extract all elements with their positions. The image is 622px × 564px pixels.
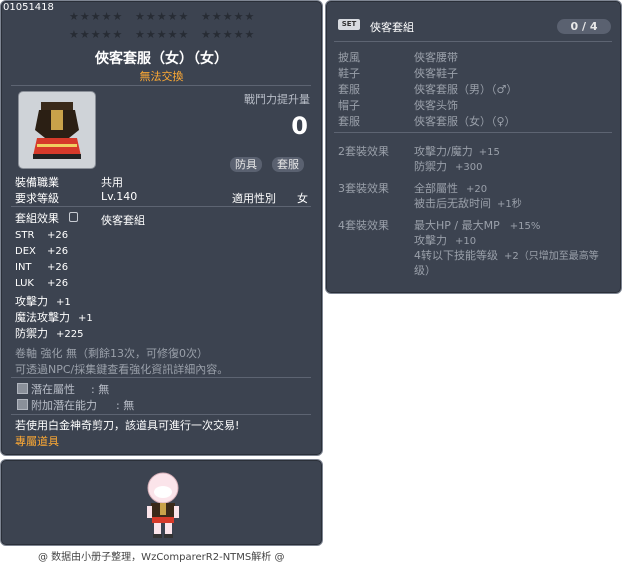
- item-id: 01051418: [3, 2, 54, 13]
- trade-restriction: 無法交換: [139, 70, 184, 83]
- set-piece-slot: 帽子: [338, 99, 360, 112]
- set-badge: SET: [338, 19, 360, 30]
- tag-outfit: 套服: [272, 157, 304, 172]
- set-piece-name: 俠客腰带: [414, 51, 458, 64]
- item-tooltip-panel: 01051418 ★★★★★ ★★★★★ ★★★★★ ★★★★★ ★★★★★ ★…: [0, 0, 323, 456]
- set-info-panel: SET 俠客套組 0 / 4 披風 俠客腰带 鞋子 俠客鞋子 套服 俠客套服（男…: [325, 0, 622, 294]
- set-bonus-line: 4转以下技能等级 +2（只增加至最高等: [414, 249, 599, 262]
- set-piece-slot: 鞋子: [338, 67, 360, 80]
- footer-credit: @ 数据由小册子整理，WzComparerR2-NTMS解析 @: [38, 552, 285, 563]
- additional-potential-label: 附加潛在能力: [31, 399, 97, 412]
- scroll-info: 卷軸 強化 無（剩餘13次，可修復0次）: [15, 347, 208, 360]
- set-bonus-line: 级）: [414, 264, 436, 277]
- stat-attack: 攻擊力 +1: [15, 295, 71, 308]
- set-piece-slot: 套服: [338, 115, 360, 128]
- power-label: 戰鬥力提升量: [244, 93, 310, 106]
- set-bonus-line: 被击后无敌时间 +1秒: [414, 197, 522, 210]
- star-row-4: ★★★★★: [69, 28, 124, 41]
- platinum-scissors-note: 若使用白金神奇剪刀，該道具可進行一次交易!: [15, 419, 240, 432]
- stat-dex: DEX +26: [15, 246, 69, 257]
- potential-label: 潛在屬性: [31, 383, 75, 396]
- job-label: 裝備職業: [15, 176, 59, 189]
- character-avatar-icon: [147, 472, 179, 538]
- set-bonus-line: 攻擊力/魔力 +15: [414, 145, 500, 158]
- stat-str: STR +26: [15, 230, 69, 241]
- potential-icon: [17, 383, 28, 394]
- divider: [11, 206, 311, 207]
- divider: [11, 377, 311, 378]
- npc-hint: 可透過NPC/採集鍵查看強化資訊詳細內容。: [15, 363, 229, 376]
- level-value: Lv.140: [101, 190, 138, 203]
- exclusive-item: 專屬道具: [15, 435, 59, 448]
- set-bonus-line: 防禦力 +300: [414, 160, 483, 173]
- divider: [11, 85, 311, 86]
- set-effect-value: 俠客套組: [101, 214, 145, 227]
- set-piece-name: 俠客套服（女）（♀）: [414, 115, 516, 128]
- set-counter: 0 / 4: [557, 19, 611, 34]
- level-label: 要求等級: [15, 192, 59, 205]
- stat-luk: LUK +26: [15, 278, 69, 289]
- additional-potential-value: : 無: [116, 399, 135, 412]
- potential-value: : 無: [91, 383, 110, 396]
- set-bonus-line: 攻擊力 +10: [414, 234, 477, 247]
- gender-value: 女: [297, 192, 308, 205]
- star-row-2: ★★★★★: [135, 10, 190, 23]
- star-row-3: ★★★★★: [201, 10, 256, 23]
- set-piece-slot: 套服: [338, 83, 360, 96]
- item-title: 俠客套服（女）（女）: [95, 51, 228, 67]
- set-piece-name: 俠客鞋子: [414, 67, 458, 80]
- set-bonus-3-label: 3套裝效果: [338, 182, 389, 195]
- divider: [11, 414, 311, 415]
- outfit-icon: [33, 102, 81, 159]
- additional-potential-icon: [17, 399, 28, 410]
- set-piece-name: 俠客套服（男）（♂）: [414, 83, 518, 96]
- star-row-6: ★★★★★: [201, 28, 256, 41]
- job-value: 共用: [101, 176, 123, 189]
- power-value: 0: [291, 112, 308, 140]
- stat-magic-attack: 魔法攻擊力 +1: [15, 311, 93, 324]
- tag-armor: 防具: [230, 157, 262, 172]
- stat-int: INT +26: [15, 262, 69, 273]
- set-effect-label: 套組效果: [15, 212, 59, 225]
- lock-icon: [69, 212, 78, 222]
- set-name: 俠客套組: [370, 21, 414, 34]
- stat-defense: 防禦力 +225: [15, 327, 84, 340]
- set-piece-name: 俠客头饰: [414, 99, 458, 112]
- avatar-preview-panel: [0, 459, 323, 546]
- set-bonus-line: 最大HP / 最大MP +15%: [414, 219, 541, 232]
- item-icon-box: [18, 91, 96, 169]
- star-row-1: ★★★★★: [69, 10, 124, 23]
- set-bonus-2-label: 2套裝效果: [338, 145, 389, 158]
- set-bonus-4-label: 4套裝效果: [338, 219, 389, 232]
- star-row-5: ★★★★★: [135, 28, 190, 41]
- set-bonus-line: 全部屬性 +20: [414, 182, 488, 195]
- divider: [334, 132, 612, 133]
- divider: [334, 41, 612, 42]
- gender-label: 適用性別: [232, 192, 276, 205]
- set-piece-slot: 披風: [338, 51, 360, 64]
